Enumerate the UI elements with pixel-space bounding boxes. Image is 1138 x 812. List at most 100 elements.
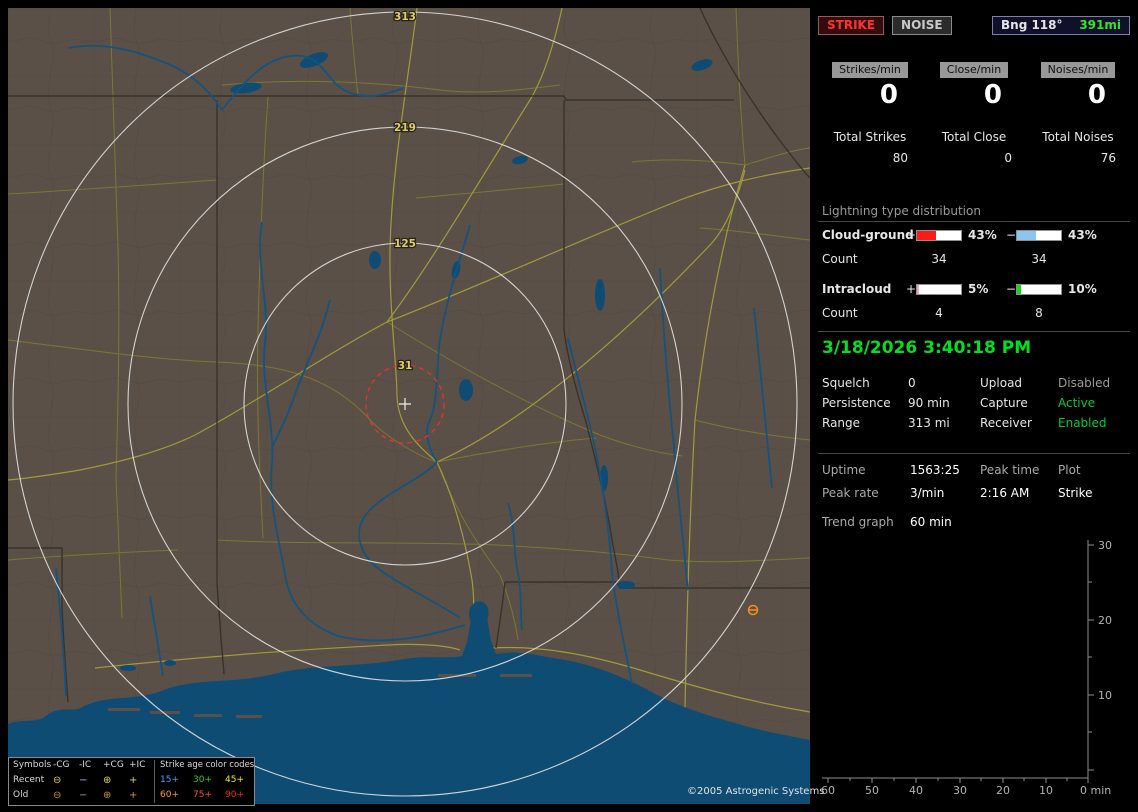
intracloud-count-row: Count 4 8 [818,306,1130,322]
neg-cg-recent-icon: ⊖ [53,775,62,786]
total-close-value: 0 [1004,151,1012,165]
squelch-label: Squelch [822,376,870,390]
neg-ic-old-icon: − [79,790,88,801]
legend-header-neg-cg: -CG [53,760,70,770]
y-tick-30: 30 [1098,539,1112,552]
receiver-label: Receiver [980,416,1032,430]
x-tick-60: 60 [821,784,835,797]
minus-sign: − [1006,282,1017,296]
ic-plus-bar-fill [917,285,920,294]
separator [818,331,1130,332]
separator [818,221,1130,222]
noises-per-min-column: Noises/min 0 [1026,62,1130,110]
range-value: 313 mi [908,416,950,430]
y-tick-10: 10 [1098,689,1112,702]
trend-graph-window: 60 min [910,515,952,529]
plus-sign: + [906,282,917,296]
age-badge-45: 45+ [225,775,244,785]
close-per-min-column: Close/min 0 [922,62,1026,110]
total-noises: Total Noises 76 [1026,130,1130,165]
strikes-per-min-column: Strikes/min 0 [818,62,922,110]
y-tick-20: 20 [1098,614,1112,627]
ic-plus-count: 4 [935,306,943,320]
x-tick-50: 50 [865,784,879,797]
peak-rate-value: 3/min [910,486,945,500]
plus-sign: + [906,228,917,242]
age-badge-60: 60+ [160,790,179,800]
status-panel: STRIKE NOISE Bng 118° 391mi Strikes/min … [818,8,1130,804]
distance-value: 391mi [1079,18,1121,32]
legend-header-row: Symbols -CG -IC +CG +IC Strike age color… [9,758,254,773]
pos-cg-old-icon: ⊕ [103,790,112,801]
cg-minus-bar-fill [1017,231,1036,240]
ic-minus-count: 8 [1035,306,1043,320]
pos-ic-old-icon: + [129,790,138,801]
trend-graph-label: Trend graph [822,515,894,529]
settings-row: Squelch 0 Upload Disabled [818,376,1130,396]
mode-toolbar: STRIKE NOISE Bng 118° 391mi [818,16,1130,35]
trend-graph-header: Trend graph 60 min [818,515,1130,531]
close-per-min-value: 0 [983,80,1002,110]
cloud-ground-row: Cloud-ground + 43% − 43% [818,228,1130,244]
plot-label: Plot [1058,463,1081,477]
legend-header-pos-ic: +IC [129,760,146,770]
ic-minus-bar [1016,284,1062,295]
cg-plus-bar-fill [917,231,936,240]
capture-status: Active [1058,396,1096,410]
noises-per-min-value: 0 [1087,80,1106,110]
trend-graph: 30 20 10 60 50 40 30 20 10 0 min [821,539,1112,797]
nexstorm-window: 313 219 125 31 ©2005 Astrogenic Systems … [0,0,1138,812]
map-svg: 313 219 125 31 [8,8,810,804]
cloud-ground-count-row: Count 34 34 [818,252,1130,268]
session-row: Uptime 1563:25 Peak time Plot [818,463,1130,486]
map-view[interactable]: 313 219 125 31 [8,8,810,804]
x-tick-10: 10 [1039,784,1053,797]
strikes-per-min-value: 0 [879,80,898,110]
upload-label: Upload [980,376,1023,390]
map-legend: Symbols -CG -IC +CG +IC Strike age color… [8,757,255,806]
ring-label-219: 219 [394,122,416,134]
bearing-readout: Bng 118° 391mi [992,16,1130,35]
neg-ic-recent-icon: − [79,775,88,786]
x-tick-20: 20 [996,784,1010,797]
distribution-title: Lightning type distribution [822,204,981,218]
totals-row: Total Strikes 80 Total Close 0 Total Noi… [818,130,1130,165]
legend-header-neg-ic: -IC [79,760,92,770]
settings-grid: Squelch 0 Upload Disabled Persistence 90… [818,376,1130,436]
session-row: Peak rate 3/min 2:16 AM Strike [818,486,1130,509]
intracloud-row: Intracloud + 5% − 10% [818,282,1130,298]
receiver-status: Enabled [1058,416,1107,430]
cg-minus-pct: 43% [1068,228,1097,242]
noise-mode-button[interactable]: NOISE [892,16,952,35]
x-tick-30: 30 [953,784,967,797]
ic-minus-pct: 10% [1068,282,1097,296]
cg-minus-count: 34 [1031,252,1047,266]
upload-status: Disabled [1058,376,1111,390]
pos-ic-recent-icon: + [129,775,138,786]
rate-counters: Strikes/min 0 Close/min 0 Noises/min 0 [818,62,1130,110]
total-noises-value: 76 [1100,151,1116,165]
total-strikes-label: Total Strikes [833,130,907,144]
bearing-value: Bng 118° [1001,18,1063,32]
age-badge-30: 30+ [193,775,212,785]
legend-old-label: Old [13,790,29,800]
uptime-label: Uptime [822,463,866,477]
plot-value: Strike [1058,486,1093,500]
cg-plus-pct: 43% [968,228,997,242]
intracloud-label: Intracloud [822,282,892,296]
persistence-label: Persistence [822,396,891,410]
pos-cg-recent-icon: ⊕ [103,775,112,786]
ic-minus-bar-fill [1017,285,1022,294]
strike-mode-button[interactable]: STRIKE [818,16,885,35]
neg-cg-old-icon: ⊖ [53,790,62,801]
legend-old-row: Old ⊖ − ⊕ + 60+ 75+ 90+ [9,788,254,803]
x-tick-40: 40 [909,784,923,797]
copyright-text: ©2005 Astrogenic Systems [687,786,825,797]
peak-time-value: 2:16 AM [980,486,1030,500]
uptime-value: 1563:25 [910,463,960,477]
strikes-per-min-label: Strikes/min [832,62,908,78]
total-strikes-value: 80 [892,151,908,165]
peak-rate-label: Peak rate [822,486,879,500]
cg-plus-bar [916,230,962,241]
total-noises-label: Total Noises [1042,130,1114,144]
